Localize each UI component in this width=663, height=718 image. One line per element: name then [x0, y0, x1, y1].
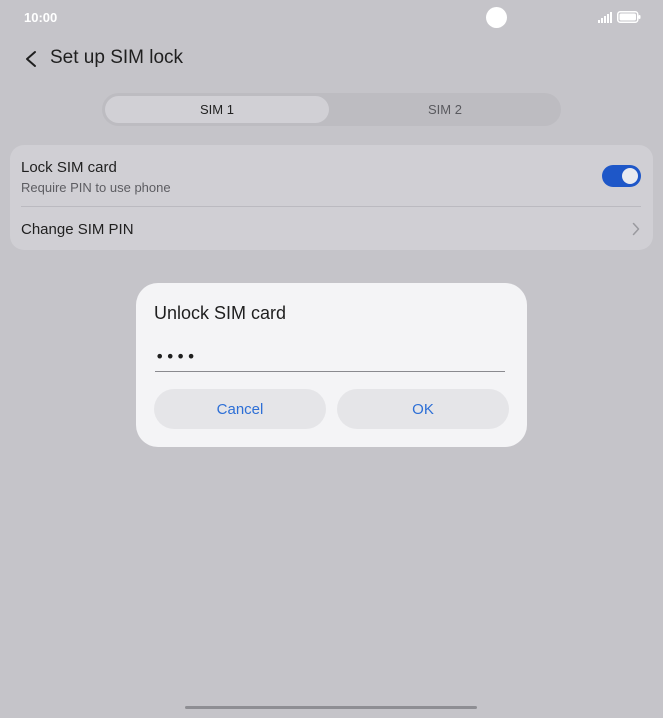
status-time: 10:00 — [24, 10, 58, 25]
sim-tab-bar: SIM 1 SIM 2 — [102, 93, 561, 126]
change-pin-title: Change SIM PIN — [21, 221, 134, 238]
unlock-sim-dialog: Unlock SIM card Cancel OK — [136, 283, 527, 447]
toggle-knob — [622, 168, 638, 184]
settings-card: Lock SIM card Require PIN to use phone C… — [10, 145, 653, 250]
lock-sim-title: Lock SIM card — [21, 159, 117, 176]
lock-sim-row[interactable]: Lock SIM card Require PIN to use phone — [10, 145, 653, 206]
chevron-left-icon — [26, 51, 36, 67]
signal-icon — [598, 12, 612, 23]
ok-button[interactable]: OK — [337, 389, 509, 429]
page-title: Set up SIM lock — [50, 47, 184, 68]
dialog-title: Unlock SIM card — [154, 303, 287, 323]
home-indicator[interactable] — [185, 706, 477, 709]
header: Set up SIM lock — [0, 40, 663, 78]
pin-input[interactable] — [155, 341, 505, 372]
change-pin-row[interactable]: Change SIM PIN — [10, 207, 653, 250]
status-bar: 10:00 — [0, 0, 663, 36]
tab-sim-1[interactable]: SIM 1 — [105, 96, 329, 123]
cancel-button[interactable]: Cancel — [154, 389, 326, 429]
lock-sim-toggle[interactable] — [602, 165, 641, 187]
tab-sim-2[interactable]: SIM 2 — [332, 96, 558, 123]
camera-cutout — [486, 7, 507, 28]
battery-icon — [617, 11, 641, 23]
back-button[interactable] — [18, 47, 44, 71]
chevron-right-icon — [630, 221, 642, 237]
lock-sim-subtitle: Require PIN to use phone — [21, 180, 171, 195]
